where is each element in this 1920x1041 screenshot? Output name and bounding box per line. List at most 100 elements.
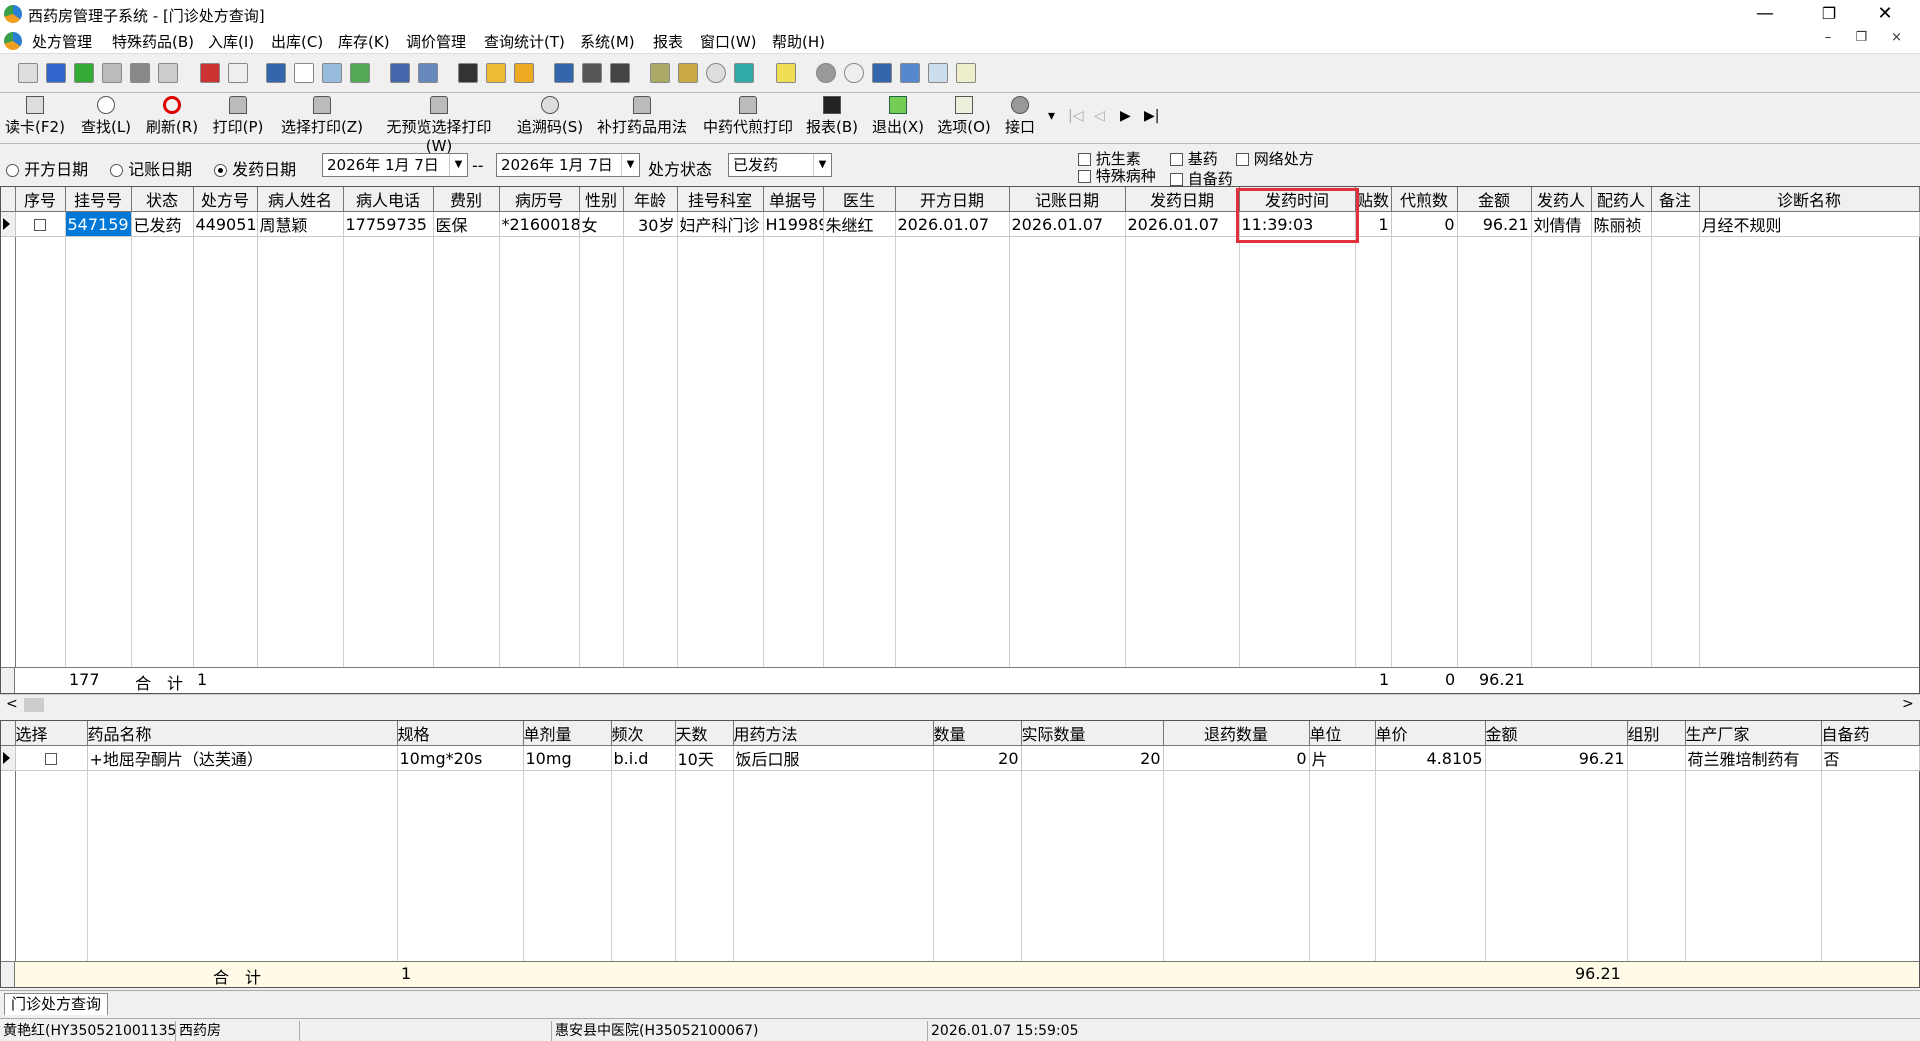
toolbar-icon[interactable] — [390, 63, 410, 83]
cell-unit-price[interactable]: 4.8105 — [1375, 745, 1486, 771]
header-cell[interactable]: 金额 — [1485, 721, 1628, 746]
cell-rx-no[interactable]: 449051 — [193, 211, 258, 237]
toolbar-icon[interactable] — [228, 63, 248, 83]
cell-preparer[interactable]: 陈丽祯 — [1591, 211, 1652, 237]
header-cell[interactable]: 单价 — [1375, 721, 1486, 746]
menu-system[interactable]: 系统(M) — [580, 31, 635, 52]
date-from-picker[interactable]: 2026年 1月 7日 ▼ — [322, 153, 468, 177]
header-cell[interactable]: 备注 — [1651, 187, 1700, 212]
cell-drug-name[interactable]: +地屈孕酮片（达芙通） — [87, 745, 398, 771]
header-cell[interactable]: 病人姓名 — [257, 187, 344, 212]
header-cell[interactable]: 天数 — [675, 721, 734, 746]
table-row[interactable]: 547159 已发药 449051 周慧颖 17759735 医保 *21600… — [1, 211, 1920, 237]
row-checkbox[interactable] — [45, 753, 57, 765]
cell-manufacturer[interactable]: 荷兰雅培制药有 — [1685, 745, 1822, 771]
toolbar-icon[interactable] — [678, 63, 698, 83]
header-cell[interactable]: 组别 — [1627, 721, 1686, 746]
toolbar-icon[interactable] — [102, 63, 122, 83]
radio-dispense-date[interactable]: 发药日期 — [214, 156, 296, 180]
header-cell[interactable]: 用药方法 — [733, 721, 934, 746]
chk-network-rx[interactable]: 网络处方 — [1236, 148, 1314, 169]
header-cell[interactable]: 状态 — [131, 187, 194, 212]
cell-rx-date[interactable]: 2026.01.07 — [895, 211, 1010, 237]
header-cell[interactable]: 选择 — [15, 721, 88, 746]
cell-doctor[interactable]: 朱继红 — [823, 211, 896, 237]
interface-button[interactable]: 接口 — [1002, 96, 1038, 142]
cell-status[interactable]: 已发药 — [131, 211, 194, 237]
header-cell[interactable]: 记账日期 — [1009, 187, 1126, 212]
header-cell[interactable]: 序号 — [15, 187, 66, 212]
toolbar-icon[interactable] — [350, 63, 370, 83]
cell-quantity[interactable]: 20 — [933, 745, 1022, 771]
cell-usage[interactable]: 饭后口服 — [733, 745, 934, 771]
header-cell[interactable]: 处方号 — [193, 187, 258, 212]
cell-account-date[interactable]: 2026.01.07 — [1009, 211, 1126, 237]
dropdown-arrow-icon[interactable]: ▾ — [1048, 108, 1055, 124]
status-select[interactable]: 已发药 ▼ — [728, 153, 832, 177]
menu-reports[interactable]: 报表 — [653, 31, 683, 52]
menu-stock-in[interactable]: 入库(I) — [208, 31, 254, 52]
header-cell[interactable]: 费别 — [433, 187, 500, 212]
cell-frequency[interactable]: b.i.d — [611, 745, 676, 771]
date-to-picker[interactable]: 2026年 1月 7日 ▼ — [496, 153, 640, 177]
cell-dispense-date[interactable]: 2026.01.07 — [1125, 211, 1240, 237]
reprint-usage-button[interactable]: 补打药品用法 — [594, 96, 690, 142]
read-card-button[interactable]: 读卡(F2) — [4, 96, 66, 142]
header-cell[interactable]: 挂号号 — [65, 187, 132, 212]
horizontal-scrollbar[interactable]: < > — [0, 694, 1920, 714]
trace-code-button[interactable]: 追溯码(S) — [514, 96, 586, 142]
menu-query-stats[interactable]: 查询统计(T) — [484, 31, 565, 52]
chevron-down-icon[interactable]: ▼ — [449, 154, 467, 176]
toolbar-icon[interactable] — [956, 63, 976, 83]
header-cell[interactable]: 单位 — [1309, 721, 1376, 746]
report-button[interactable]: 报表(B) — [804, 96, 860, 142]
header-cell[interactable]: 年龄 — [623, 187, 678, 212]
toolbar-icon[interactable] — [74, 63, 94, 83]
cell-spec[interactable]: 10mg*20s — [397, 745, 524, 771]
header-cell[interactable]: 频次 — [611, 721, 676, 746]
menu-special-drugs[interactable]: 特殊药品(B) — [112, 31, 194, 52]
chk-basic-drug[interactable]: 基药 — [1170, 148, 1218, 169]
close-button[interactable]: ✕ — [1862, 0, 1908, 28]
cell-dept[interactable]: 妇产科门诊 — [677, 211, 764, 237]
header-cell[interactable]: 发药人 — [1531, 187, 1592, 212]
header-cell[interactable]: 发药时间 — [1239, 187, 1356, 212]
cell-remark[interactable] — [1651, 211, 1700, 237]
toolbar-icon[interactable] — [486, 63, 506, 83]
header-cell[interactable]: 退药数量 — [1163, 721, 1310, 746]
scroll-left-icon[interactable]: < — [6, 696, 18, 712]
cell-amount[interactable]: 96.21 — [1457, 211, 1532, 237]
radio-account-date[interactable]: 记账日期 — [110, 156, 192, 180]
header-cell[interactable]: 单剂量 — [523, 721, 612, 746]
toolbar-icon[interactable] — [554, 63, 574, 83]
next-record-button[interactable]: ▶ — [1120, 108, 1131, 124]
toolbar-icon[interactable] — [158, 63, 178, 83]
header-cell[interactable]: 开方日期 — [895, 187, 1010, 212]
cell-patient-name[interactable]: 周慧颖 — [257, 211, 344, 237]
cell-days[interactable]: 10天 — [675, 745, 734, 771]
header-cell[interactable]: 病历号 — [499, 187, 580, 212]
toolbar-icon[interactable] — [514, 63, 534, 83]
cell-returned-qty[interactable]: 0 — [1163, 745, 1310, 771]
menu-inventory[interactable]: 库存(K) — [338, 31, 390, 52]
cell-amount[interactable]: 96.21 — [1485, 745, 1628, 771]
chevron-down-icon[interactable]: ▼ — [621, 154, 639, 176]
find-button[interactable]: 查找(L) — [78, 96, 134, 142]
header-cell[interactable]: 规格 — [397, 721, 524, 746]
cell-dispense-time[interactable]: 11:39:03 — [1239, 211, 1356, 237]
header-cell[interactable]: 自备药 — [1821, 721, 1920, 746]
header-cell[interactable]: 医生 — [823, 187, 896, 212]
header-cell[interactable]: 数量 — [933, 721, 1022, 746]
header-cell[interactable]: 贴数 — [1355, 187, 1392, 212]
chevron-down-icon[interactable]: ▼ — [813, 154, 831, 176]
cell-dispenser[interactable]: 刘倩倩 — [1531, 211, 1592, 237]
no-preview-print-button[interactable]: 无预览选择打印(W) — [374, 96, 504, 155]
cell-group[interactable] — [1627, 745, 1686, 771]
toolbar-icon[interactable] — [322, 63, 342, 83]
exit-button[interactable]: 退出(X) — [870, 96, 926, 142]
cell-packs[interactable]: 1 — [1355, 211, 1392, 237]
cell-dose[interactable]: 10mg — [523, 745, 612, 771]
header-cell[interactable]: 诊断名称 — [1699, 187, 1920, 212]
cell-unit[interactable]: 片 — [1309, 745, 1376, 771]
toolbar-icon[interactable] — [816, 63, 836, 83]
